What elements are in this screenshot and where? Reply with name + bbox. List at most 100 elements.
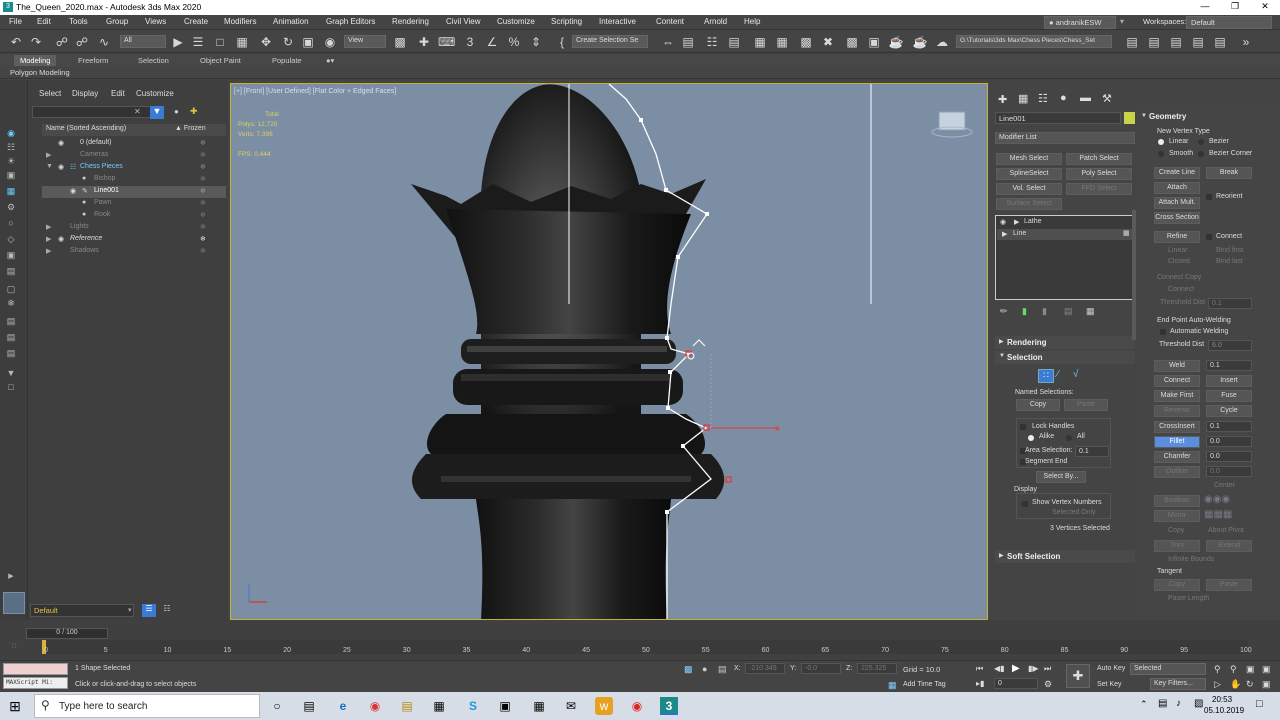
viewcube[interactable]	[931, 111, 973, 138]
menu-interactive[interactable]: Interactive	[599, 17, 636, 26]
viewport-layout-thumbnail[interactable]	[3, 592, 25, 614]
y-coordinate-field[interactable]: -0.0	[801, 663, 841, 674]
scene-menu-customize[interactable]: Customize	[136, 89, 174, 98]
zoom-all-icon[interactable]: ⚲	[1230, 664, 1237, 675]
layer-row[interactable]: ▶ Shadows ❄	[42, 246, 226, 258]
tab-object-paint[interactable]: Object Paint	[194, 55, 247, 66]
set-key-icon[interactable]: ✚	[1066, 664, 1090, 688]
set-key-button[interactable]: Set Key	[1097, 681, 1122, 688]
frozen-icon[interactable]: ❄	[200, 199, 206, 207]
spinner-snap-icon[interactable]: ⇕	[528, 34, 544, 50]
surface-select-button[interactable]: Surface Select	[996, 198, 1062, 210]
menu-scripting[interactable]: Scripting	[551, 17, 582, 26]
helper-filter-icon[interactable]: ⚙	[4, 202, 18, 214]
frozen-icon[interactable]: ❄	[200, 163, 206, 171]
3dsmax-taskbar-icon[interactable]: 3	[660, 697, 678, 715]
signin-dropdown-icon[interactable]: ▾	[1120, 17, 1124, 26]
scene-explorer-toggle-icon[interactable]: ☷	[704, 34, 720, 50]
select-by-name-icon[interactable]: ☰	[190, 34, 206, 50]
taskbar-search-box[interactable]: ⚲ Type here to search	[34, 694, 260, 718]
fillet-spinner[interactable]: 0.0	[1206, 436, 1252, 447]
collapse-icon[interactable]: ▼	[1141, 113, 1147, 119]
tangent-copy-button[interactable]: Copy	[1154, 579, 1200, 591]
menu-rendering[interactable]: Rendering	[392, 17, 429, 26]
container-filter-icon[interactable]: ▢	[4, 284, 18, 296]
rendered-frame-window-icon[interactable]: ▣	[866, 34, 882, 50]
menu-graph-editors[interactable]: Graph Editors	[326, 17, 375, 26]
render-in-cloud-icon[interactable]: ☁	[934, 34, 950, 50]
percent-snap-icon[interactable]: %	[506, 34, 522, 50]
scene-menu-select[interactable]: Select	[39, 89, 61, 98]
layer-row[interactable]: ▶ Cameras ❄	[42, 150, 226, 162]
frozen-icon[interactable]: ❄	[200, 211, 206, 219]
tab-freeform[interactable]: Freeform	[72, 55, 114, 66]
filter-icon[interactable]: ▼	[150, 106, 164, 119]
frozen-filter-icon[interactable]: ❄	[4, 298, 18, 310]
weld-spinner[interactable]: 0.1	[1206, 360, 1252, 371]
fuse-button[interactable]: Fuse	[1206, 390, 1252, 402]
ribbon-options-icon[interactable]: ●▾	[320, 55, 340, 66]
menu-views[interactable]: Views	[145, 17, 166, 26]
chrome-icon[interactable]: ◉	[366, 697, 384, 715]
spline-subobject-icon[interactable]: √	[1073, 369, 1087, 383]
save-file-icon[interactable]: ▤	[1190, 34, 1206, 50]
segment-subobject-icon[interactable]: ∕	[1057, 369, 1071, 383]
add-layer-icon[interactable]: ✚	[190, 106, 198, 117]
display-tab-icon[interactable]: ▬	[1080, 92, 1091, 104]
hierarchy-mode-icon[interactable]: ☷	[160, 604, 174, 617]
object-color-swatch[interactable]	[1124, 112, 1135, 124]
modifier-list-dropdown[interactable]: Modifier List	[995, 132, 1135, 144]
connect-checkbox[interactable]	[1206, 234, 1212, 240]
break-button[interactable]: Break	[1206, 167, 1252, 179]
expand-arrow-icon[interactable]: ▶	[4, 572, 18, 584]
list-item[interactable]: ◉ ✎ Line001 ❄	[42, 186, 226, 198]
chevron-down-icon[interactable]: ▾	[128, 606, 132, 614]
spacewarp-filter-icon[interactable]: ◇	[4, 234, 18, 246]
reverse-button[interactable]: Reverse	[1154, 405, 1200, 417]
current-frame-field[interactable]: 0	[994, 678, 1038, 689]
ribbon-toggle-icon[interactable]: ▦	[752, 34, 768, 50]
list-item[interactable]: ● Bishop ❄	[42, 174, 226, 186]
attach-mult-button[interactable]: Attach Mult.	[1154, 197, 1200, 209]
expand-icon[interactable]: ▶	[46, 223, 51, 231]
trim-button[interactable]: Trim	[1154, 540, 1200, 552]
workspace-select[interactable]: Default	[1186, 16, 1272, 29]
expand-icon[interactable]: ▶	[46, 151, 51, 159]
move-icon[interactable]: ✥	[258, 34, 274, 50]
tangent-paste-button[interactable]: Paste	[1206, 579, 1252, 591]
cycle-button[interactable]: Cycle	[1206, 405, 1252, 417]
frozen-icon[interactable]: ❄	[200, 235, 206, 243]
frozen-icon[interactable]: ❄	[200, 223, 206, 231]
maxscript-mini-listener[interactable]: MAXScript Mi:	[3, 677, 68, 689]
modify-tab-icon[interactable]: ▦	[1018, 92, 1028, 105]
layer-row[interactable]: ▶ ◉ Reference ❄	[42, 234, 226, 246]
select-manipulate-icon[interactable]: ✚	[416, 34, 432, 50]
lock-handles-checkbox[interactable]	[1020, 424, 1026, 430]
mail-icon[interactable]: ✉	[562, 697, 580, 715]
user-account[interactable]: ● andranikESW	[1044, 16, 1116, 29]
refine-button[interactable]: Refine	[1154, 231, 1200, 243]
winamp-icon[interactable]: w	[595, 697, 613, 715]
menu-civil-view[interactable]: Civil View	[446, 17, 481, 26]
maximize-viewport-icon[interactable]: ▣	[1262, 679, 1271, 690]
named-selection-sets-dropdown[interactable]: Create Selection Se	[572, 35, 648, 48]
auto-key-button[interactable]: Auto Key	[1097, 665, 1125, 672]
menu-animation[interactable]: Animation	[273, 17, 309, 26]
ribbon-subtitle[interactable]: Polygon Modeling	[10, 68, 70, 77]
edit-named-selection-icon[interactable]: {	[554, 34, 570, 50]
layer-row[interactable]: ▼ ◉ ☷ Chess Pieces ❄	[42, 162, 226, 174]
all-radio[interactable]	[1066, 435, 1072, 441]
hierarchy-tab-icon[interactable]: ☷	[1038, 92, 1048, 105]
clock-time[interactable]: 20:53	[1212, 695, 1232, 704]
viewport-canvas[interactable]: x	[231, 84, 988, 620]
selection-rollout[interactable]: ▼ Selection	[995, 351, 1135, 364]
keyboard-shortcut-icon[interactable]: ⌨	[438, 34, 455, 50]
project-folder-path[interactable]: G:\Tutorials\3ds Max\Chess Pieces\Chess_…	[956, 35, 1112, 48]
light-filter-icon[interactable]: ☀	[4, 156, 18, 168]
extend-button[interactable]: Extend	[1206, 540, 1252, 552]
utilities-tab-icon[interactable]: ⚒	[1102, 92, 1112, 105]
tray-chevron-icon[interactable]: ⌃	[1140, 699, 1148, 710]
undo-icon[interactable]: ↶	[8, 34, 24, 50]
set-project-icon[interactable]: ▤	[1146, 34, 1162, 50]
time-config-icon[interactable]: ⚙	[1044, 679, 1052, 690]
